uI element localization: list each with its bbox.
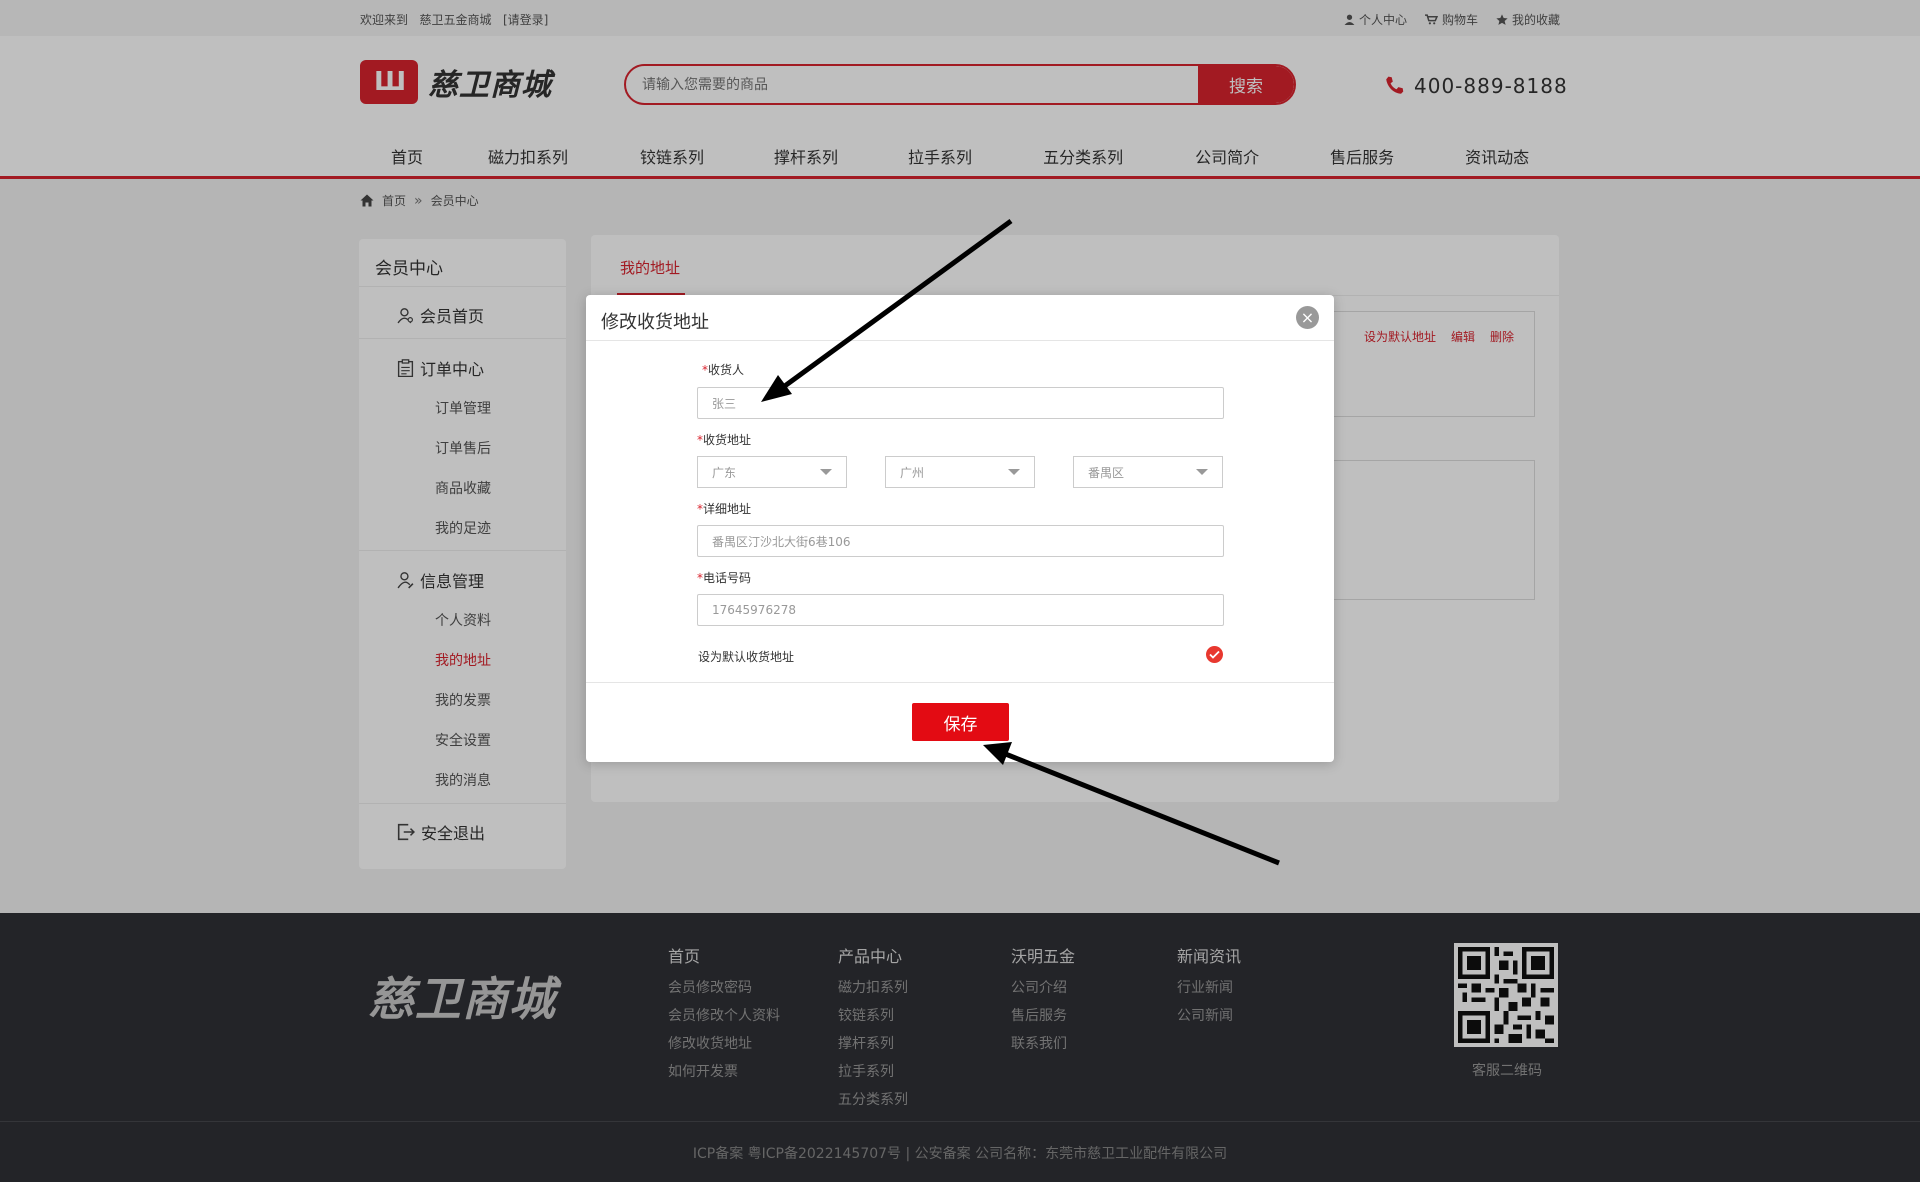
receiver-value: 张三	[712, 396, 737, 411]
province-select[interactable]: 广东	[697, 456, 847, 488]
close-icon: ×	[1300, 307, 1315, 327]
default-address-label: 设为默认收货地址	[698, 650, 795, 664]
detail-address-label-text: 详细地址	[703, 502, 752, 516]
modal-title: 修改收货地址	[601, 312, 709, 333]
chevron-down-icon	[820, 469, 832, 475]
address-label: *收货地址	[697, 431, 751, 448]
save-button[interactable]: 保存	[912, 703, 1009, 741]
check-icon	[1209, 650, 1220, 659]
edit-address-modal: 修改收货地址 × *收货人 张三 *收货地址 广东 广州 番禺区 *详细地址 番…	[586, 295, 1334, 762]
divider	[586, 340, 1334, 341]
phone-label: *电话号码	[697, 569, 751, 586]
receiver-input[interactable]: 张三	[697, 387, 1224, 419]
chevron-down-icon	[1008, 469, 1020, 475]
chevron-down-icon	[1196, 469, 1208, 475]
receiver-label: *收货人	[702, 361, 744, 378]
detail-address-label: *详细地址	[697, 500, 751, 517]
receiver-label-text: 收货人	[708, 363, 745, 377]
district-value: 番禺区	[1088, 465, 1125, 480]
detail-address-input[interactable]: 番禺区汀沙北大街6巷106	[697, 525, 1224, 557]
phone-value: 17645976278	[712, 603, 796, 617]
detail-address-value: 番禺区汀沙北大街6巷106	[712, 534, 851, 549]
province-value: 广东	[712, 465, 737, 480]
city-value: 广州	[900, 465, 925, 480]
divider	[586, 682, 1334, 683]
phone-input[interactable]: 17645976278	[697, 594, 1224, 626]
city-select[interactable]: 广州	[885, 456, 1035, 488]
phone-label-text: 电话号码	[703, 571, 752, 585]
address-label-text: 收货地址	[703, 433, 752, 447]
close-button[interactable]: ×	[1296, 306, 1319, 329]
district-select[interactable]: 番禺区	[1073, 456, 1223, 488]
default-address-checkbox[interactable]	[1206, 646, 1223, 663]
